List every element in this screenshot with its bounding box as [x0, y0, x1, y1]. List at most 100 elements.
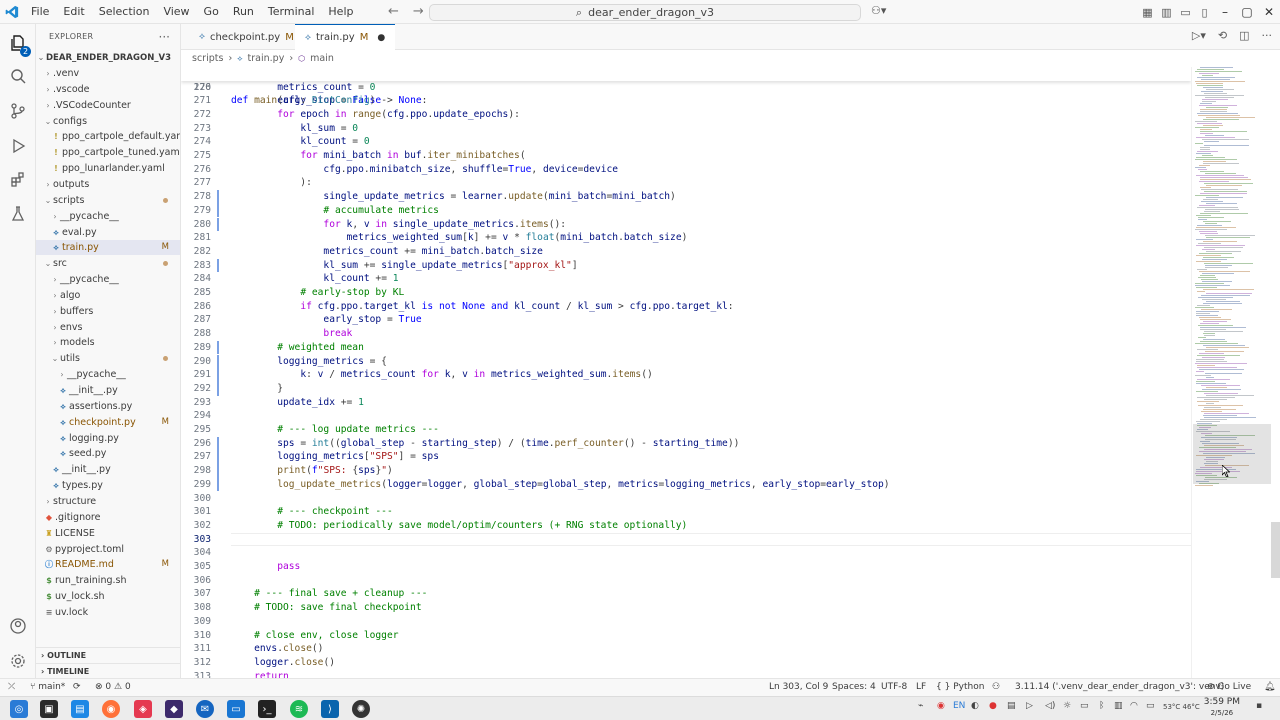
chatgpt-icon[interactable]: ✺	[352, 700, 370, 718]
tree-folder[interactable]: › models	[36, 335, 180, 350]
minimize-icon[interactable]: –	[1214, 5, 1236, 19]
tree-folder[interactable]: › outputs	[36, 177, 180, 192]
menu-file[interactable]: File	[24, 0, 56, 24]
code-line[interactable]: 305 pass	[181, 560, 1191, 574]
workspaces-icon[interactable]: ▣	[40, 700, 58, 718]
code-line[interactable]: 273 kl_sum = 0	[181, 122, 1191, 136]
outline-section[interactable]: › OUTLINE	[36, 647, 180, 662]
tree-folder[interactable]: › algo	[36, 288, 180, 303]
bluetooth-icon[interactable]: ᛒ	[1099, 701, 1104, 711]
code-line[interactable]: 279 # accumulate metrics	[181, 203, 1191, 218]
menu-run[interactable]: Run	[226, 0, 261, 24]
keyboard-layout[interactable]: EN	[953, 701, 965, 711]
gutter-modified-marker[interactable]	[217, 436, 219, 451]
gutter-modified-marker[interactable]	[217, 464, 219, 478]
code-line[interactable]: 311 envs.close()	[181, 642, 1191, 656]
clipboard-icon[interactable]: ▤	[1007, 701, 1016, 711]
code-line[interactable]: 295 # --- log update metrics ---	[181, 423, 1191, 437]
branch-indicator[interactable]: ⑂ main*	[30, 679, 65, 696]
display-icon[interactable]: ▭	[1080, 701, 1089, 711]
code-line[interactable]: 292 }	[181, 381, 1191, 396]
code-line[interactable]: 270 metrics_count = 0	[181, 81, 1191, 95]
volume-icon[interactable]: ◁)	[1045, 701, 1055, 711]
more-actions-icon[interactable]: ···	[159, 24, 170, 50]
tree-file[interactable]: ⟡ seed.py	[36, 446, 180, 461]
tree-folder[interactable]: ⌄ utils	[36, 351, 180, 366]
menu-terminal[interactable]: Terminal	[261, 0, 322, 24]
brightness-icon[interactable]: ☼	[1063, 701, 1071, 711]
tree-file[interactable]: ⚙ pyproject.toml	[36, 542, 180, 557]
code-line[interactable]: 288 break	[181, 327, 1191, 341]
code-line[interactable]: 285 # early-stop by KL	[181, 286, 1191, 300]
tree-file[interactable]: ⟡ __init__.py	[36, 462, 180, 477]
source-control-activity[interactable]	[0, 96, 36, 126]
command-center[interactable]: ⌕ dear_ender_dragon_v3	[429, 4, 861, 21]
copilot-icon[interactable]: ⚇▾	[871, 4, 886, 17]
tree-file[interactable]: ◆ .gitignore	[36, 510, 180, 525]
run-debug-activity[interactable]	[0, 131, 36, 161]
code-line[interactable]: 298 print(f"SPS: {sps}")	[181, 464, 1191, 478]
sticky-scroll-header[interactable]: 126 def main(cfg: DictConfig) -> None:	[181, 67, 1191, 106]
files-app-icon[interactable]: ▤	[71, 700, 89, 718]
tree-folder[interactable]: ⌄ scripts	[36, 193, 180, 208]
tree-folder[interactable]: › __pycache__	[36, 209, 180, 224]
accounts-activity[interactable]	[0, 611, 36, 641]
code-line[interactable]: 281 metrics_weighted_sum[k] += v * float…	[181, 231, 1191, 245]
tree-file[interactable]: ≡ uv.lock	[36, 605, 180, 620]
firefox-icon[interactable]: ◉	[102, 700, 120, 718]
tree-file[interactable]: ⟡ logging.py	[36, 431, 180, 446]
code-line[interactable]: 304	[181, 546, 1191, 560]
network-icon[interactable]: ⌁	[918, 701, 923, 711]
toggle-secondary-sidebar-icon[interactable]: ▯	[1195, 6, 1214, 19]
menu-go[interactable]: Go	[197, 0, 226, 24]
tree-folder[interactable]: › structure	[36, 494, 180, 509]
remote-icon[interactable]: ⤫	[8, 679, 15, 696]
code-line[interactable]: 303	[181, 533, 1191, 547]
tree-file[interactable]: ⟡ train.py M	[36, 240, 180, 256]
discord-tray-icon[interactable]: ◐	[971, 701, 979, 711]
tree-file[interactable]: ⟡ checkpoint.py M	[36, 415, 180, 430]
go-live[interactable]: ⊚ Go Live	[1207, 679, 1251, 696]
code-line[interactable]: 287 early_stop = True	[181, 313, 1191, 327]
code-line[interactable]: 284 kl_count += 1	[181, 272, 1191, 286]
wifi-icon[interactable]: ◠	[1130, 701, 1138, 711]
battery-icon[interactable]: ▭	[1146, 701, 1155, 711]
back-arrow-icon[interactable]: ←	[388, 4, 399, 19]
code-line[interactable]: 309	[181, 615, 1191, 629]
tree-folder[interactable]: ⌄ src	[36, 256, 180, 271]
maximize-icon[interactable]: ▢	[1236, 5, 1258, 19]
gutter-modified-marker[interactable]	[217, 450, 219, 465]
tree-folder[interactable]: › .vscode	[36, 82, 180, 97]
code-line[interactable]: 306	[181, 574, 1191, 588]
forward-arrow-icon[interactable]: →	[413, 4, 424, 19]
code-line[interactable]: 313 return	[181, 670, 1191, 678]
search-activity[interactable]	[0, 61, 36, 91]
python-interpreter[interactable]: 3.11.14 ('.venv_dear_ender_dragon_v3': v…	[1015, 679, 1224, 696]
gutter-modified-marker[interactable]	[217, 477, 219, 492]
explorer-activity[interactable]: 2	[0, 28, 36, 58]
code-line[interactable]: 291 k: v / metrics_count for k, v in met…	[181, 368, 1191, 382]
tree-folder[interactable]: › .VSCodeCounter	[36, 98, 180, 113]
tree-file[interactable]: ⟡ eval.py	[36, 225, 180, 240]
code-line[interactable]: 299 log_update_metrics(logger=logger, gl…	[181, 477, 1191, 492]
breadcrumb-symbol[interactable]: main	[310, 53, 334, 64]
code-line[interactable]: 297 logging_metrics["SPS"] = sps	[181, 450, 1191, 465]
file-manager-icon[interactable]: ▭	[227, 700, 245, 718]
code-line[interactable]: 296 sps = int((global_step - starting_st…	[181, 436, 1191, 451]
thunderbird-icon[interactable]: ✉	[196, 700, 214, 718]
gutter-modified-marker[interactable]	[217, 203, 219, 218]
more-actions-icon[interactable]: ···	[1262, 29, 1273, 42]
tree-file[interactable]: $ uv_lock.sh	[36, 589, 180, 604]
code-line[interactable]: 307 # --- final save + cleanup ---	[181, 587, 1191, 601]
gutter-modified-marker[interactable]	[217, 217, 219, 232]
code-line[interactable]: 293 update_idx += 1	[181, 396, 1191, 410]
spotify-icon[interactable]: ≋	[290, 700, 308, 718]
terminal-icon[interactable]: ›_	[258, 700, 276, 718]
language-mode[interactable]: { } Python	[936, 679, 984, 696]
tree-file[interactable]: ⟡ assertions.py	[36, 399, 180, 414]
problems-indicator[interactable]: ⊗ 0 ⚠ 0	[95, 679, 131, 696]
copilot-status-icon[interactable]: ⚇	[992, 679, 1000, 696]
end-of-line[interactable]: LF	[916, 679, 926, 696]
code-line[interactable]: 282 metrics_count += mini_batch.batch_si…	[181, 245, 1191, 259]
breadcrumb-file[interactable]: train.py	[248, 53, 285, 64]
